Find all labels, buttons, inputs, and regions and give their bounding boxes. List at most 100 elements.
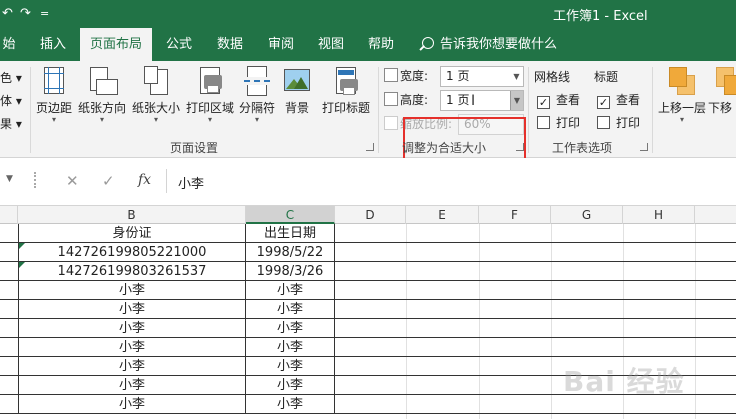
- group-separator: [528, 67, 529, 153]
- table-row: 小李 小李: [0, 338, 736, 357]
- send-backward-button[interactable]: 下移: [708, 65, 736, 115]
- width-value: 1 页: [446, 69, 470, 83]
- cell-b[interactable]: 小李: [18, 376, 246, 395]
- sheet-options-group-label: 工作表选项: [552, 141, 613, 155]
- group-separator: [652, 67, 653, 153]
- cell-b[interactable]: 小李: [18, 300, 246, 319]
- column-header-d[interactable]: D: [335, 206, 406, 224]
- scale-to-fit-dialog-launcher[interactable]: [516, 143, 524, 151]
- table-row: 小李 小李: [0, 281, 736, 300]
- theme-fonts-button[interactable]: 体 ▾: [0, 92, 22, 109]
- cell-c[interactable]: 小李: [246, 395, 335, 414]
- text-cursor-icon: I: [471, 93, 476, 109]
- gridlines-print-checkbox[interactable]: 打印: [537, 115, 580, 131]
- error-indicator-icon[interactable]: [19, 262, 25, 268]
- formula-bar-grip[interactable]: [34, 172, 37, 188]
- cell-c[interactable]: 小李: [246, 319, 335, 338]
- breaks-button[interactable]: 分隔符 ▾: [236, 65, 278, 125]
- headings-view-checkbox[interactable]: ✓ 查看: [597, 92, 640, 109]
- send-backward-icon: [714, 65, 736, 97]
- tell-me-search[interactable]: 告诉我你想要做什么: [422, 28, 557, 61]
- background-button[interactable]: 背景: [281, 65, 313, 115]
- height-label: 高度:: [400, 93, 429, 107]
- print-area-icon: [195, 65, 225, 97]
- window-title: 工作簿1 - Excel: [553, 9, 648, 24]
- formula-bar-separator: [166, 169, 167, 193]
- column-header-b[interactable]: B: [18, 206, 246, 224]
- cell-b[interactable]: 142726199805221000: [18, 243, 246, 262]
- cell-c[interactable]: 小李: [246, 281, 335, 300]
- cell-c[interactable]: 小李: [246, 338, 335, 357]
- chevron-down-icon[interactable]: ▼: [510, 91, 523, 110]
- cell-b[interactable]: 小李: [18, 319, 246, 338]
- margins-icon: [39, 65, 69, 97]
- cell-c[interactable]: 小李: [246, 376, 335, 395]
- cell-c[interactable]: 出生日期: [246, 224, 335, 243]
- column-header-e[interactable]: E: [406, 206, 479, 224]
- orientation-icon: [87, 65, 118, 97]
- sheet-options-dialog-launcher[interactable]: [640, 143, 648, 151]
- width-select[interactable]: 1 页 ▼: [440, 66, 524, 87]
- gridlines-label: 网格线: [534, 70, 571, 84]
- cell-b[interactable]: 小李: [18, 338, 246, 357]
- tab-formulas[interactable]: 公式: [155, 28, 203, 61]
- insert-function-button[interactable]: fx: [138, 172, 151, 188]
- height-row: 高度:: [384, 90, 428, 110]
- margins-button[interactable]: 页边距 ▾: [34, 65, 74, 125]
- cell-c[interactable]: 1998/3/26: [246, 262, 335, 281]
- column-header-i[interactable]: [695, 206, 736, 224]
- height-icon: [384, 92, 398, 106]
- customize-qat-icon[interactable]: =: [40, 7, 49, 20]
- orientation-button[interactable]: 纸张方向 ▾: [76, 65, 128, 125]
- scale-to-fit-group-label: 调整为合适大小: [402, 141, 487, 155]
- tab-data[interactable]: 数据: [206, 28, 254, 61]
- formula-input[interactable]: 小李: [178, 173, 204, 192]
- size-button[interactable]: 纸张大小 ▾: [130, 65, 182, 125]
- tab-page-layout[interactable]: 页面布局: [80, 28, 152, 61]
- title-bar: ↶ ↷ = 工作簿1 - Excel: [0, 0, 736, 28]
- page-setup-dialog-launcher[interactable]: [366, 143, 374, 151]
- theme-colors-button[interactable]: 色 ▾: [0, 69, 22, 86]
- tell-me-text: 告诉我你想要做什么: [440, 37, 558, 52]
- cell-b[interactable]: 身份证: [18, 224, 246, 243]
- tab-home[interactable]: 始: [0, 28, 18, 61]
- error-indicator-icon[interactable]: [19, 243, 25, 249]
- watermark: Bai 经验: [563, 365, 685, 398]
- tab-help[interactable]: 帮助: [358, 28, 404, 61]
- gridlines-view-checkbox[interactable]: ✓ 查看: [537, 92, 580, 109]
- column-header-c[interactable]: C: [246, 206, 335, 224]
- cancel-icon[interactable]: ✕: [66, 172, 79, 190]
- bring-forward-button[interactable]: 上移一层 ▾: [656, 65, 708, 125]
- undo-icon[interactable]: ↶: [2, 6, 13, 21]
- cell-b[interactable]: 小李: [18, 357, 246, 376]
- cell-b[interactable]: 小李: [18, 395, 246, 414]
- cell-c[interactable]: 小李: [246, 300, 335, 319]
- print-titles-icon: [331, 65, 361, 97]
- width-icon: [384, 68, 398, 82]
- cell-c[interactable]: 1998/5/22: [246, 243, 335, 262]
- theme-effects-button[interactable]: 果 ▾: [0, 115, 22, 132]
- column-header-f[interactable]: F: [479, 206, 551, 224]
- print-area-button[interactable]: 打印区域 ▾: [184, 65, 236, 125]
- tab-insert[interactable]: 插入: [28, 28, 78, 61]
- redo-icon[interactable]: ↷: [20, 6, 31, 21]
- height-select[interactable]: 1 页 I ▼: [440, 90, 524, 111]
- column-header-a[interactable]: [0, 206, 18, 224]
- width-row: 宽度:: [384, 66, 428, 86]
- enter-icon[interactable]: ✓: [102, 172, 115, 190]
- headings-print-checkbox[interactable]: 打印: [597, 115, 640, 131]
- print-titles-button[interactable]: 打印标题: [318, 65, 374, 115]
- name-box-dropdown[interactable]: ▼: [6, 174, 13, 184]
- column-header-h[interactable]: H: [623, 206, 695, 224]
- group-separator: [30, 67, 31, 153]
- cell-b[interactable]: 142726199803261537: [18, 262, 246, 281]
- cell-b[interactable]: 小李: [18, 281, 246, 300]
- column-header-g[interactable]: G: [551, 206, 623, 224]
- tab-review[interactable]: 审阅: [258, 28, 304, 61]
- chevron-down-icon[interactable]: ▼: [510, 67, 523, 86]
- cell-c[interactable]: 小李: [246, 357, 335, 376]
- tab-view[interactable]: 视图: [308, 28, 354, 61]
- column-headers: B C D E F G H: [0, 206, 736, 224]
- width-label: 宽度:: [400, 69, 429, 83]
- background-icon: [282, 65, 312, 97]
